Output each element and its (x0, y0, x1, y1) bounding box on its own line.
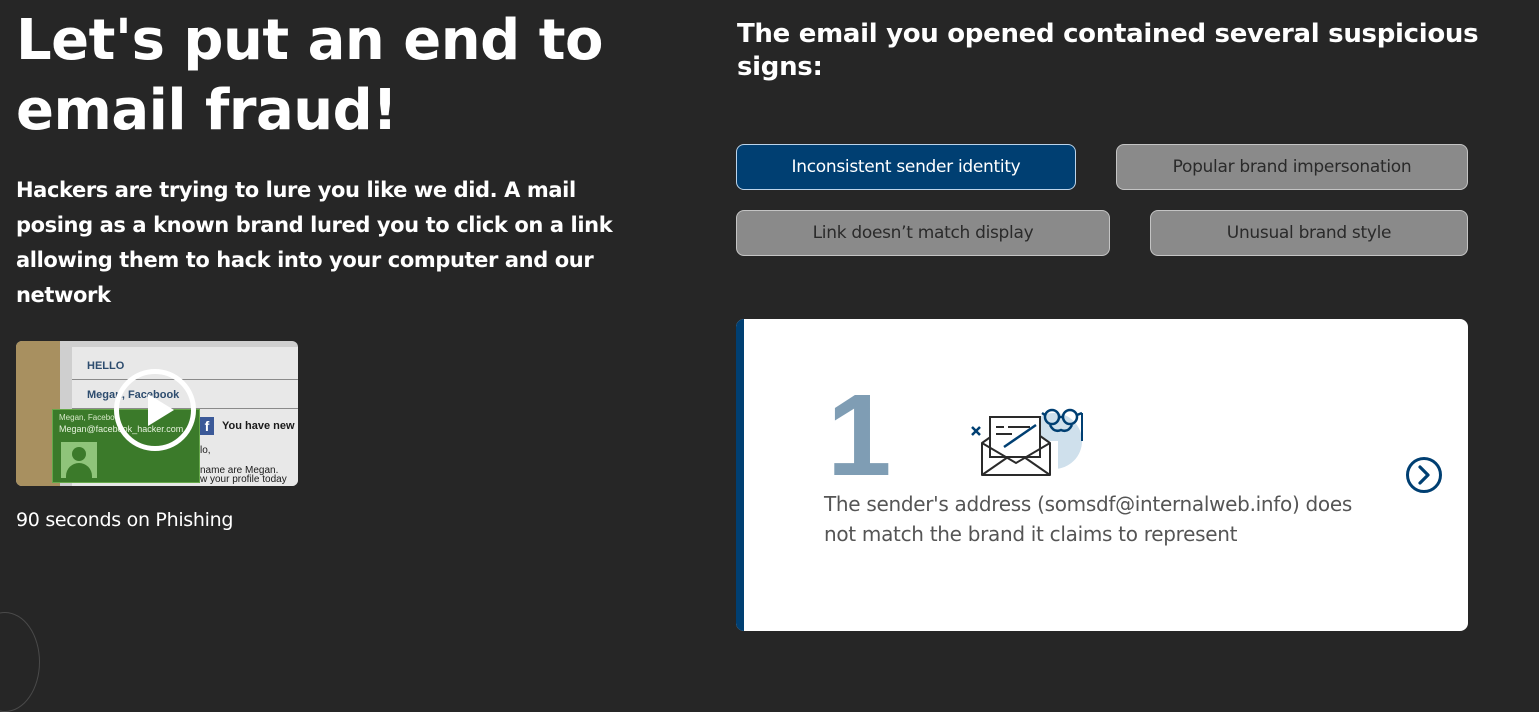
envelope-icon (971, 408, 1083, 476)
tag-inconsistent-sender-identity[interactable]: Inconsistent sender identity (736, 144, 1076, 190)
signs-heading: The email you opened contained several s… (737, 19, 1479, 82)
thumbnail-body-line: lo, (200, 445, 211, 456)
thumbnail-hello-text: HELLO (87, 360, 125, 372)
step-number: 1 (827, 370, 892, 500)
thumbnail-message-text: You have new (222, 420, 295, 432)
decorative-arc (0, 612, 40, 712)
thumbnail-card-name: Megan, Facebo (59, 413, 115, 422)
card-accent-bar (736, 319, 744, 631)
next-button[interactable] (1405, 456, 1443, 494)
sign-detail-card: 1 The sender's address (somsdf@internalw… (736, 319, 1468, 631)
play-icon[interactable] (114, 369, 196, 451)
video-thumbnail[interactable]: HELLO Megan, Facebook f You have new lo,… (16, 341, 298, 486)
tag-link-mismatch[interactable]: Link doesn’t match display (736, 210, 1110, 256)
thumbnail-divider (72, 379, 298, 380)
intro-text: Hackers are trying to lure you like we d… (16, 178, 613, 307)
video-caption: 90 seconds on Phishing (16, 509, 234, 531)
tag-popular-brand-impersonation[interactable]: Popular brand impersonation (1116, 144, 1468, 190)
thumbnail-body-line: w your profile today (200, 474, 287, 485)
page-title: Let's put an end to email fraud! (16, 8, 603, 143)
facebook-logo-icon: f (200, 417, 214, 435)
tag-unusual-brand-style[interactable]: Unusual brand style (1150, 210, 1468, 256)
avatar-icon (61, 442, 97, 478)
sign-description: The sender's address (somsdf@internalweb… (824, 492, 1352, 546)
